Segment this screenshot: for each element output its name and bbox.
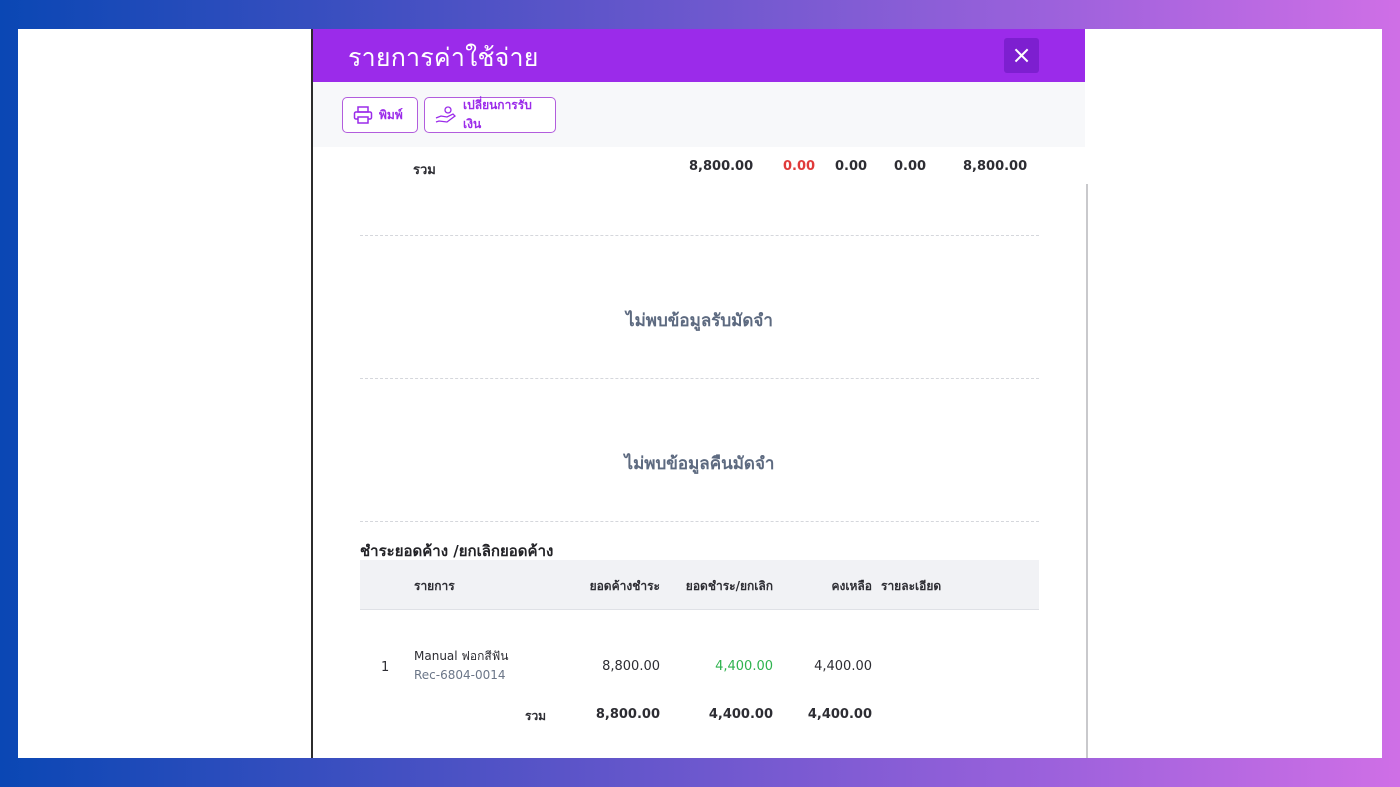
change-payment-button[interactable]: เปลี่ยนการรับเงิน (424, 97, 556, 133)
close-button[interactable]: × (1004, 38, 1039, 73)
summary-total-row: รวม 8,800.00 0.00 0.00 0.00 8,800.00 (313, 159, 1085, 179)
col-outstanding: ยอดค้างชำระ (589, 579, 660, 593)
printer-icon (353, 106, 373, 124)
total-paid-cancelled: 4,400.00 (708, 707, 773, 722)
summary-label: รวม (413, 163, 436, 178)
col-remaining: คงเหลือ (831, 579, 872, 593)
row-receipt-link[interactable]: Rec-6804-0014 (414, 668, 506, 682)
row-index: 1 (381, 660, 390, 675)
deposit-returned-empty: ไม่พบข้อมูลคืนมัดจำ (624, 454, 775, 474)
total-outstanding: 8,800.00 (595, 707, 660, 722)
summary-value-5: 8,800.00 (963, 159, 1028, 174)
expense-list-modal: รายการค่าใช้จ่าย × พิมพ์ เปลี่ยนการรับเง… (313, 29, 1085, 758)
divider (360, 521, 1039, 522)
close-icon: × (1011, 41, 1032, 69)
row-paid-cancelled: 4,400.00 (715, 659, 773, 674)
row-remaining: 4,400.00 (814, 659, 872, 674)
hand-coin-icon (435, 106, 456, 123)
total-label: รวม (525, 709, 547, 723)
col-detail: รายละเอียด (881, 579, 942, 593)
row-item-name: Manual ฟอกสีฟัน (414, 649, 509, 663)
modal-header: รายการค่าใช้จ่าย × (313, 29, 1085, 82)
divider (360, 378, 1039, 379)
modal-title: รายการค่าใช้จ่าย (348, 43, 539, 72)
change-payment-label: เปลี่ยนการรับเงิน (463, 98, 532, 131)
summary-value-1: 8,800.00 (689, 159, 754, 174)
col-paid-cancelled: ยอดชำระ/ยกเลิก (685, 579, 773, 593)
summary-value-3: 0.00 (835, 159, 868, 174)
summary-value-4: 0.00 (894, 159, 927, 174)
print-button[interactable]: พิมพ์ (342, 97, 418, 133)
screen-canvas: รายการค่าใช้จ่าย × พิมพ์ เปลี่ยนการรับเง… (18, 29, 1382, 758)
modal-body: รวม 8,800.00 0.00 0.00 0.00 8,800.00 ไม่… (313, 147, 1085, 758)
scrollbar-track[interactable] (1086, 184, 1088, 758)
summary-value-2: 0.00 (783, 159, 816, 174)
divider (360, 235, 1039, 236)
modal-toolbar: พิมพ์ เปลี่ยนการรับเงิน (313, 82, 1085, 147)
col-item: รายการ (414, 579, 455, 593)
print-button-label: พิมพ์ (379, 107, 403, 122)
row-outstanding: 8,800.00 (602, 659, 660, 674)
total-remaining: 4,400.00 (807, 707, 872, 722)
outstanding-table-header: รายการ ยอดค้างชำระ ยอดชำระ/ยกเลิก คงเหลื… (360, 560, 1039, 610)
deposit-received-empty: ไม่พบข้อมูลรับมัดจำ (626, 311, 773, 331)
